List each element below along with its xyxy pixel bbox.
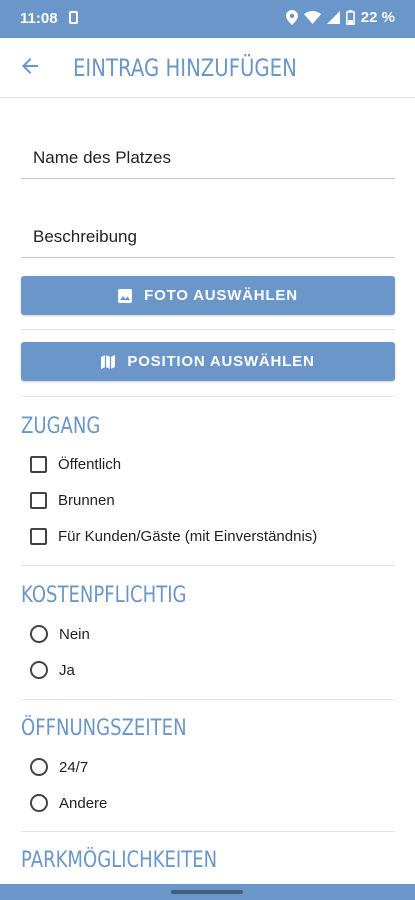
radio-circle[interactable] <box>30 661 48 679</box>
divider <box>21 329 395 330</box>
status-bar: 11:08 22 % <box>0 0 415 38</box>
select-position-label: POSITION AUSWÄHLEN <box>127 353 315 370</box>
checkbox-fountain[interactable]: Brunnen <box>30 492 115 509</box>
section-title-parking: PARKMÖGLICHKEITEN <box>21 848 218 873</box>
map-icon <box>101 354 116 369</box>
signal-icon <box>326 11 340 24</box>
battery-icon <box>345 10 355 25</box>
checkbox-box[interactable] <box>30 492 47 509</box>
radio-hours-other[interactable]: Andere <box>30 794 107 812</box>
wifi-icon <box>303 11 321 24</box>
radio-label: 24/7 <box>59 758 89 776</box>
select-photo-label: FOTO AUSWÄHLEN <box>144 287 298 304</box>
radio-label: Nein <box>59 625 90 643</box>
radio-hours-24-7[interactable]: 24/7 <box>30 758 88 776</box>
back-arrow-icon[interactable] <box>18 54 42 78</box>
checkbox-box[interactable] <box>30 456 47 473</box>
description-field[interactable]: Beschreibung <box>21 208 395 258</box>
checkbox-label: Öffentlich <box>58 456 122 473</box>
image-icon <box>118 288 133 303</box>
section-title-opening-hours: ÖFFNUNGSZEITEN <box>21 716 187 741</box>
divider <box>21 831 395 832</box>
radio-circle[interactable] <box>30 625 48 643</box>
divider <box>21 699 395 700</box>
radio-circle[interactable] <box>30 794 48 812</box>
app-bar: EINTRAG HINZUFÜGEN <box>0 38 415 98</box>
section-title-access: ZUGANG <box>21 414 101 439</box>
radio-label: Ja <box>59 661 75 679</box>
name-field-placeholder: Name des Platzes <box>33 148 171 167</box>
sim-card-icon <box>69 11 78 24</box>
home-gesture-handle[interactable] <box>171 890 243 894</box>
checkbox-box[interactable] <box>30 528 47 545</box>
radio-cost-no[interactable]: Nein <box>30 625 90 643</box>
divider <box>21 565 395 566</box>
navigation-bar <box>0 884 415 900</box>
status-time: 11:08 <box>20 10 58 27</box>
page-title: EINTRAG HINZUFÜGEN <box>73 54 297 82</box>
checkbox-customers-guests[interactable]: Für Kunden/Gäste (mit Einverständnis) <box>30 528 317 545</box>
divider <box>21 396 395 397</box>
radio-label: Andere <box>59 794 108 812</box>
checkbox-label: Brunnen <box>58 492 115 509</box>
checkbox-public[interactable]: Öffentlich <box>30 456 121 473</box>
checkbox-label: Für Kunden/Gäste (mit Einverständnis) <box>58 528 318 545</box>
battery-percent: 22 % <box>360 9 395 26</box>
radio-cost-yes[interactable]: Ja <box>30 661 75 679</box>
description-field-placeholder: Beschreibung <box>33 227 137 246</box>
select-photo-button[interactable]: FOTO AUSWÄHLEN <box>21 276 395 315</box>
name-field[interactable]: Name des Platzes <box>21 129 395 179</box>
section-title-cost: KOSTENPFLICHTIG <box>21 583 187 608</box>
location-icon <box>285 10 298 25</box>
select-position-button[interactable]: POSITION AUSWÄHLEN <box>21 342 395 381</box>
status-icons: 22 % <box>285 9 395 26</box>
radio-circle[interactable] <box>30 758 48 776</box>
